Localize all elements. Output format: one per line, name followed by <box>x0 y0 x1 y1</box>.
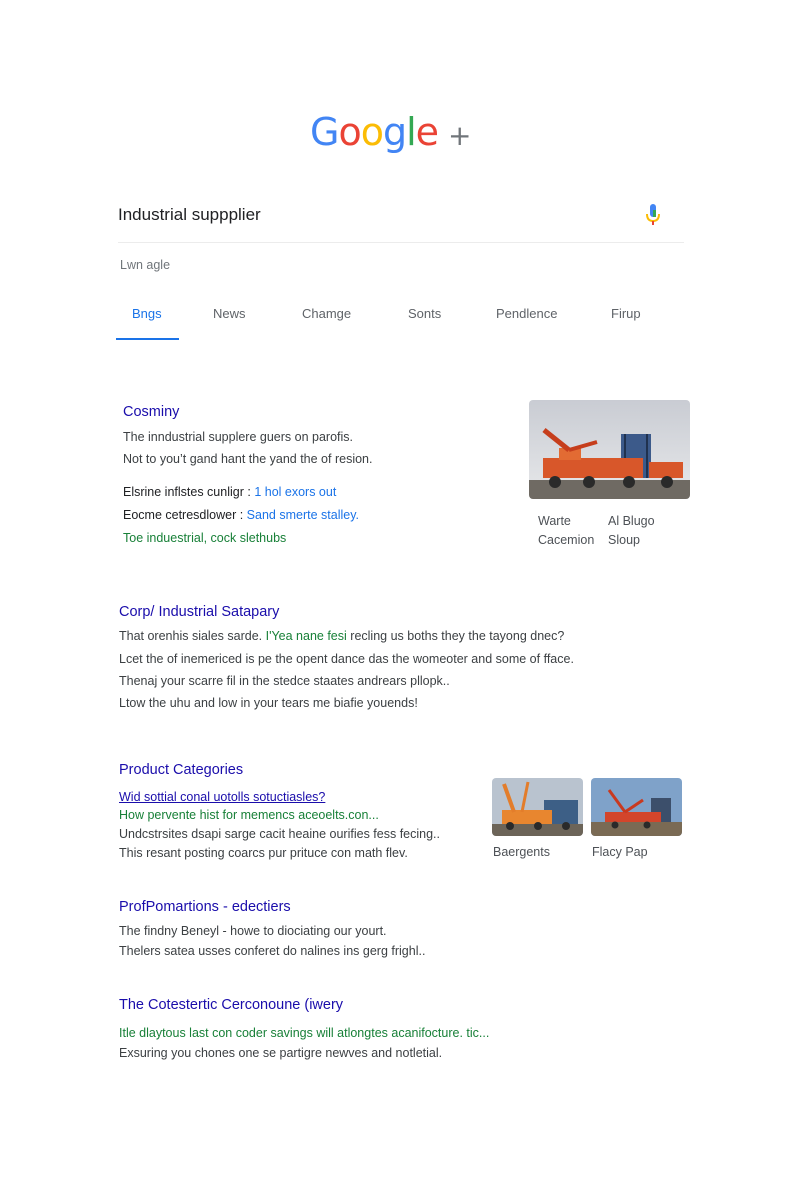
sitelink-2-value[interactable]: Sand smerte stalley. <box>247 508 359 522</box>
search-input[interactable] <box>118 202 598 228</box>
result-5-line-1: Exsuring you chones one se partigre newv… <box>119 1046 443 1060</box>
google-logo[interactable]: Google + <box>310 110 472 160</box>
result-2-line-1-start: That orenhis siales sarde. <box>119 629 263 643</box>
result-2-title[interactable]: Corp/ Industrial Satapary <box>119 604 279 620</box>
result-2-line-1-highlight: I'Yea nane fesi <box>265 629 347 643</box>
crane-image <box>591 778 682 836</box>
sitelink-1-label: Elsrine inflstes cunligr : <box>123 485 251 499</box>
result-2-line-2: Lcet the of inemericed is pe the opent d… <box>119 652 574 666</box>
result-2-line-1: That orenhis siales sarde. I'Yea nane fe… <box>119 629 564 643</box>
image-caption-4: Sloup <box>608 533 640 547</box>
result-3-line-1: Undcstrsites dsapi sarge cacit heaine ou… <box>119 827 440 841</box>
result-2-line-1-end: recling us boths they the tayong dnec? <box>350 629 565 643</box>
image-caption-3: Cacemion <box>538 533 595 547</box>
result-4-title[interactable]: ProfPomartions - edectiers <box>119 899 291 915</box>
active-tab-indicator <box>116 338 179 340</box>
result-1-line-2: Not to you’t gand hant the yand the of r… <box>123 452 373 466</box>
result-3-link[interactable]: Wid sottial conal uotolls sotuctiasles? <box>119 790 325 804</box>
crane-image <box>529 400 690 499</box>
mic-icon[interactable] <box>644 202 662 226</box>
result-4-line-1: The findny Beneyl - howe to diociating o… <box>119 924 387 938</box>
result-5-url[interactable]: Itle dlaytous last con coder savings wil… <box>119 1026 489 1040</box>
result-5-title[interactable]: The Cotestertic Cerconoune (iwery <box>119 997 343 1013</box>
tab-firup[interactable]: Firup <box>611 306 641 321</box>
tab-sonts[interactable]: Sonts <box>408 306 441 321</box>
result-1-line-1: The inndustrial supplere guers on parofi… <box>123 430 353 444</box>
sitelink-2-label: Eocme cetresdlower : <box>123 508 244 522</box>
result-1-image[interactable] <box>529 400 690 499</box>
image-caption-6: Flacy Pap <box>592 845 648 859</box>
image-caption-2: Al Blugo <box>608 514 655 528</box>
result-stats: Lwn agle <box>120 258 171 272</box>
result-1-url[interactable]: Toe induestrial, cock slethubs <box>123 531 286 545</box>
result-3-url[interactable]: How pervente hist for memencs aceoelts.c… <box>119 808 379 822</box>
search-tabs: Bngs News Chamge Sonts Pendlence Firup <box>116 300 686 342</box>
image-caption-1: Warte <box>538 514 571 528</box>
result-1-sitelink-1: Elsrine inflstes cunligr : 1 hol exors o… <box>123 485 336 499</box>
result-3-image-1[interactable] <box>492 778 583 836</box>
tab-pendlence[interactable]: Pendlence <box>496 306 557 321</box>
result-2-line-4: Ltow the uhu and low in your tears me bi… <box>119 696 418 710</box>
tab-bngs[interactable]: Bngs <box>132 306 162 321</box>
result-3-image-2[interactable] <box>591 778 682 836</box>
result-1-title[interactable]: Cosminy <box>123 404 179 420</box>
crane-image <box>492 778 583 836</box>
search-bar <box>118 190 684 243</box>
tab-news[interactable]: News <box>213 306 246 321</box>
result-1-sitelink-2: Eocme cetresdlower : Sand smerte stalley… <box>123 508 359 522</box>
result-4-line-2: Thelers satea usses conferet do nalines … <box>119 944 426 958</box>
result-3-title[interactable]: Product Categories <box>119 762 243 778</box>
result-2-line-3: Thenaj your scarre fil in the stedce sta… <box>119 674 450 688</box>
image-caption-5: Baergents <box>493 845 550 859</box>
logo-wordmark: Google <box>310 110 439 154</box>
tab-chamge[interactable]: Chamge <box>302 306 351 321</box>
result-3-line-2: This resant posting coarcs pur prituce c… <box>119 846 408 860</box>
logo-plus: + <box>448 119 472 152</box>
sitelink-1-value[interactable]: 1 hol exors out <box>254 485 336 499</box>
